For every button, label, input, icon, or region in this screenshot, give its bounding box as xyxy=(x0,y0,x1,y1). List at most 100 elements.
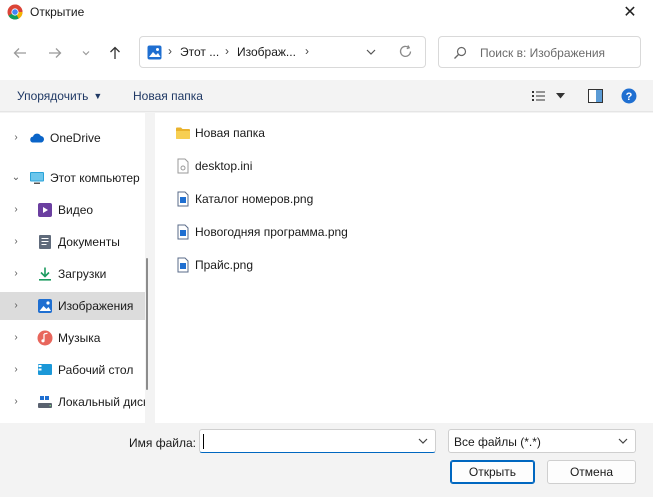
list-item-folder[interactable]: Новая папка xyxy=(175,122,265,144)
sidebar-item-label: Локальный диск xyxy=(58,395,145,409)
back-button[interactable] xyxy=(9,42,31,64)
list-item-file[interactable]: Каталог номеров.png xyxy=(175,188,313,210)
breadcrumb-this-pc[interactable]: Этот ... xyxy=(180,45,219,59)
help-icon[interactable]: ? xyxy=(621,88,637,104)
sidebar-item-local-disk[interactable]: › Локальный диск xyxy=(0,388,145,416)
chrome-icon xyxy=(7,4,23,20)
folder-icon xyxy=(176,127,190,139)
expand-icon[interactable]: › xyxy=(10,396,22,407)
title-bar: Открытие ✕ xyxy=(0,0,653,24)
file-name: Каталог номеров.png xyxy=(195,192,314,206)
preview-pane-icon[interactable] xyxy=(588,89,603,103)
new-folder-button[interactable]: Новая папка xyxy=(133,89,203,103)
arrow-up-icon xyxy=(110,46,120,59)
expand-icon[interactable]: › xyxy=(10,132,22,143)
window-title: Открытие xyxy=(30,5,85,19)
image-file-icon xyxy=(177,191,189,207)
recent-locations-button[interactable] xyxy=(75,42,97,64)
file-list[interactable]: Новая папка desktop.ini Каталог номеров.… xyxy=(155,113,653,423)
dialog-footer: Имя файла: Все файлы (*.*) Открыть Отмен… xyxy=(0,423,653,497)
breadcrumb-separator: › xyxy=(225,44,229,58)
sidebar-item-music[interactable]: › Музыка xyxy=(0,324,145,352)
filename-input[interactable] xyxy=(199,429,436,453)
search-field[interactable]: Поиск в: Изображения xyxy=(438,36,641,68)
list-item-file[interactable]: Прайс.png xyxy=(175,254,253,276)
new-folder-label: Новая папка xyxy=(133,89,203,103)
organize-label: Упорядочить xyxy=(17,89,89,103)
arrow-right-icon xyxy=(49,48,62,58)
file-name: Новая папка xyxy=(195,126,265,140)
filename-label: Имя файла: xyxy=(129,436,196,450)
download-icon xyxy=(39,267,51,281)
breadcrumb-separator: › xyxy=(168,44,172,58)
refresh-icon[interactable] xyxy=(398,44,413,59)
collapse-icon[interactable]: ⌄ xyxy=(10,172,22,183)
sidebar-item-label: Видео xyxy=(58,203,94,217)
music-icon xyxy=(37,330,53,346)
chevron-down-icon xyxy=(82,51,90,56)
view-list-icon[interactable] xyxy=(532,90,546,102)
cancel-button[interactable]: Отмена xyxy=(547,460,636,484)
open-button[interactable]: Открыть xyxy=(450,460,535,484)
sidebar-item-label: Этот компьютер xyxy=(50,171,140,185)
forward-button[interactable] xyxy=(44,42,66,64)
expand-icon[interactable]: › xyxy=(10,236,22,247)
file-type-value: Все файлы (*.*) xyxy=(454,435,541,449)
text-caret xyxy=(203,434,204,449)
svg-text:?: ? xyxy=(626,91,633,103)
chevron-down-icon xyxy=(618,438,628,444)
sidebar-item-label: OneDrive xyxy=(50,131,101,145)
sidebar-item-videos[interactable]: › Видео xyxy=(0,196,145,224)
desktop-icon xyxy=(38,364,52,375)
file-name: Прайс.png xyxy=(195,258,254,272)
open-label: Открыть xyxy=(468,465,517,479)
drive-icon xyxy=(38,396,52,408)
navigation-bar: › Этот ... › Изображ... › Поиск в: Изобр… xyxy=(0,24,653,80)
sidebar-item-label: Рабочий стол xyxy=(58,363,134,377)
view-options-dropdown-icon[interactable] xyxy=(556,93,565,99)
settings-file-icon xyxy=(177,158,189,174)
sidebar-item-onedrive[interactable]: › OneDrive xyxy=(0,124,145,152)
cloud-icon xyxy=(30,133,44,143)
search-placeholder: Поиск в: Изображения xyxy=(480,46,606,60)
sidebar-item-downloads[interactable]: › Загрузки xyxy=(0,260,145,288)
list-item-file[interactable]: Новогодняя программа.png xyxy=(175,221,348,243)
sidebar-item-label: Изображения xyxy=(58,299,134,313)
navigation-scrollbar[interactable] xyxy=(146,258,148,390)
video-icon xyxy=(38,203,52,217)
expand-icon[interactable]: › xyxy=(10,268,22,279)
picture-icon xyxy=(38,299,52,313)
breadcrumb-separator: › xyxy=(305,44,309,58)
sidebar-item-this-pc[interactable]: ⌄ Этот компьютер xyxy=(0,164,145,192)
sidebar-item-label: Загрузки xyxy=(58,267,107,281)
close-icon: ✕ xyxy=(623,4,637,21)
monitor-icon xyxy=(30,172,44,184)
image-file-icon xyxy=(177,224,189,240)
expand-icon[interactable]: › xyxy=(10,332,22,343)
arrow-left-icon xyxy=(13,48,26,58)
sidebar-item-pictures[interactable]: › Изображения xyxy=(0,292,145,320)
sidebar-item-label: Документы xyxy=(58,235,120,249)
sidebar-item-desktop[interactable]: › Рабочий стол xyxy=(0,356,145,384)
organize-dropdown-icon: ▼ xyxy=(93,91,103,101)
navigation-pane[interactable]: › OneDrive ⌄ Этот компьютер › Видео › До… xyxy=(0,113,145,423)
file-name: Новогодняя программа.png xyxy=(195,225,348,239)
expand-icon[interactable]: › xyxy=(10,364,22,375)
image-file-icon xyxy=(177,257,189,273)
address-dropdown-icon[interactable] xyxy=(364,45,378,59)
cancel-label: Отмена xyxy=(569,465,614,479)
expand-icon[interactable]: › xyxy=(10,204,22,215)
file-type-select[interactable]: Все файлы (*.*) xyxy=(448,429,636,453)
expand-icon[interactable]: › xyxy=(10,300,22,311)
chevron-down-icon[interactable] xyxy=(417,435,429,447)
search-icon xyxy=(454,46,467,59)
organize-button[interactable]: Упорядочить ▼ xyxy=(17,89,102,103)
close-button[interactable]: ✕ xyxy=(607,0,653,24)
sidebar-item-label: Музыка xyxy=(58,331,101,345)
document-icon xyxy=(39,235,51,249)
sidebar-item-documents[interactable]: › Документы xyxy=(0,228,145,256)
address-bar[interactable]: › Этот ... › Изображ... › xyxy=(139,36,426,68)
breadcrumb-pictures[interactable]: Изображ... xyxy=(237,45,296,59)
list-item-file[interactable]: desktop.ini xyxy=(175,155,252,177)
up-button[interactable] xyxy=(104,42,126,64)
